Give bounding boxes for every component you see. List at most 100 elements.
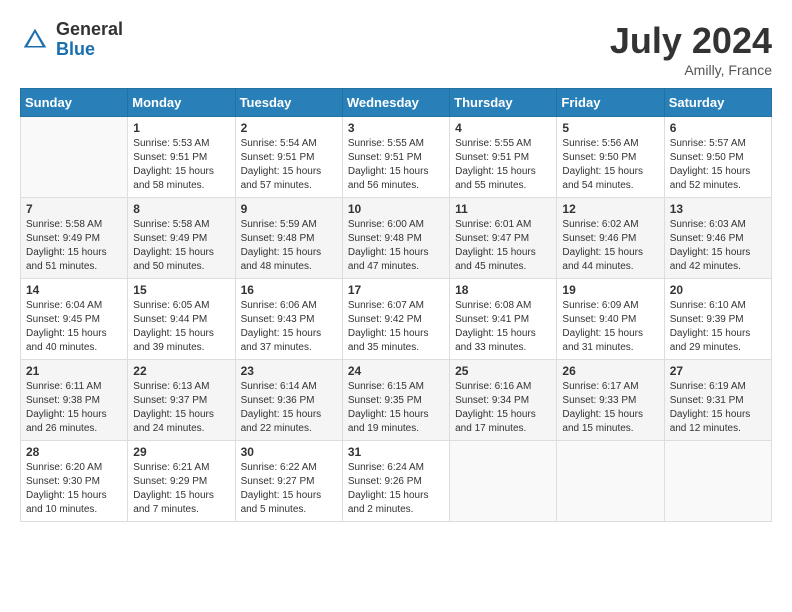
calendar-day-cell: 7 Sunrise: 5:58 AM Sunset: 9:49 PM Daylig…	[21, 198, 128, 279]
day-number: 28	[26, 445, 122, 459]
day-number: 9	[241, 202, 337, 216]
day-number: 26	[562, 364, 658, 378]
calendar-day-cell: 18 Sunrise: 6:08 AM Sunset: 9:41 PM Dayli…	[450, 279, 557, 360]
day-number: 14	[26, 283, 122, 297]
day-info: Sunrise: 6:08 AM Sunset: 9:41 PM Dayligh…	[455, 299, 551, 355]
calendar-day-cell: 3Sunrise: 5:55 AM Sunset: 9:51 PM Daylig…	[342, 117, 449, 198]
day-info: Sunrise: 6:04 AM Sunset: 9:45 PM Dayligh…	[26, 299, 122, 355]
calendar-day-cell: 9 Sunrise: 5:59 AM Sunset: 9:48 PM Daylig…	[235, 198, 342, 279]
calendar-day-cell: 29 Sunrise: 6:21 AM Sunset: 9:29 PM Dayli…	[128, 441, 235, 522]
calendar-day-cell: 13 Sunrise: 6:03 AM Sunset: 9:46 PM Dayli…	[664, 198, 771, 279]
calendar-day-cell: 15 Sunrise: 6:05 AM Sunset: 9:44 PM Dayli…	[128, 279, 235, 360]
calendar-day-cell: 21 Sunrise: 6:11 AM Sunset: 9:38 PM Dayli…	[21, 360, 128, 441]
day-number: 13	[670, 202, 766, 216]
day-info: Sunrise: 6:09 AM Sunset: 9:40 PM Dayligh…	[562, 299, 658, 355]
calendar-day-cell: 4Sunrise: 5:55 AM Sunset: 9:51 PM Daylig…	[450, 117, 557, 198]
day-number: 25	[455, 364, 551, 378]
calendar-day-cell: 22 Sunrise: 6:13 AM Sunset: 9:37 PM Dayli…	[128, 360, 235, 441]
logo-general: General	[56, 20, 123, 40]
day-number: 3	[348, 121, 444, 135]
month-year: July 2024	[610, 20, 772, 62]
day-info: Sunrise: 5:56 AM Sunset: 9:50 PM Dayligh…	[562, 137, 658, 193]
day-number: 7	[26, 202, 122, 216]
calendar-day-cell: 6Sunrise: 5:57 AM Sunset: 9:50 PM Daylig…	[664, 117, 771, 198]
day-info: Sunrise: 6:13 AM Sunset: 9:37 PM Dayligh…	[133, 380, 229, 436]
day-info: Sunrise: 5:55 AM Sunset: 9:51 PM Dayligh…	[455, 137, 551, 193]
day-info: Sunrise: 6:15 AM Sunset: 9:35 PM Dayligh…	[348, 380, 444, 436]
calendar-day-cell: 12 Sunrise: 6:02 AM Sunset: 9:46 PM Dayli…	[557, 198, 664, 279]
calendar-day-cell	[450, 441, 557, 522]
day-info: Sunrise: 6:00 AM Sunset: 9:48 PM Dayligh…	[348, 218, 444, 274]
day-info: Sunrise: 6:22 AM Sunset: 9:27 PM Dayligh…	[241, 461, 337, 517]
day-info: Sunrise: 6:20 AM Sunset: 9:30 PM Dayligh…	[26, 461, 122, 517]
day-number: 29	[133, 445, 229, 459]
day-number: 21	[26, 364, 122, 378]
day-number: 1	[133, 121, 229, 135]
calendar-day-cell: 16 Sunrise: 6:06 AM Sunset: 9:43 PM Dayli…	[235, 279, 342, 360]
logo-text: General Blue	[56, 20, 123, 60]
day-info: Sunrise: 6:07 AM Sunset: 9:42 PM Dayligh…	[348, 299, 444, 355]
day-info: Sunrise: 6:11 AM Sunset: 9:38 PM Dayligh…	[26, 380, 122, 436]
day-info: Sunrise: 6:01 AM Sunset: 9:47 PM Dayligh…	[455, 218, 551, 274]
logo-icon	[20, 25, 50, 55]
day-number: 24	[348, 364, 444, 378]
day-info: Sunrise: 6:03 AM Sunset: 9:46 PM Dayligh…	[670, 218, 766, 274]
calendar-day-cell: 8 Sunrise: 5:58 AM Sunset: 9:49 PM Daylig…	[128, 198, 235, 279]
calendar-day-cell: 14 Sunrise: 6:04 AM Sunset: 9:45 PM Dayli…	[21, 279, 128, 360]
calendar-day-cell: 10 Sunrise: 6:00 AM Sunset: 9:48 PM Dayli…	[342, 198, 449, 279]
day-number: 11	[455, 202, 551, 216]
day-number: 18	[455, 283, 551, 297]
day-info: Sunrise: 6:06 AM Sunset: 9:43 PM Dayligh…	[241, 299, 337, 355]
logo: General Blue	[20, 20, 123, 60]
weekday-header: Friday	[557, 89, 664, 117]
day-number: 16	[241, 283, 337, 297]
weekday-header: Tuesday	[235, 89, 342, 117]
calendar-day-cell: 27 Sunrise: 6:19 AM Sunset: 9:31 PM Dayli…	[664, 360, 771, 441]
day-number: 12	[562, 202, 658, 216]
calendar-day-cell: 28 Sunrise: 6:20 AM Sunset: 9:30 PM Dayli…	[21, 441, 128, 522]
day-info: Sunrise: 6:17 AM Sunset: 9:33 PM Dayligh…	[562, 380, 658, 436]
day-number: 31	[348, 445, 444, 459]
calendar-header-row: SundayMondayTuesdayWednesdayThursdayFrid…	[21, 89, 772, 117]
calendar-table: SundayMondayTuesdayWednesdayThursdayFrid…	[20, 88, 772, 522]
day-info: Sunrise: 6:19 AM Sunset: 9:31 PM Dayligh…	[670, 380, 766, 436]
day-number: 17	[348, 283, 444, 297]
calendar-day-cell: 23Sunrise: 6:14 AM Sunset: 9:36 PM Dayli…	[235, 360, 342, 441]
day-info: Sunrise: 6:05 AM Sunset: 9:44 PM Dayligh…	[133, 299, 229, 355]
weekday-header: Sunday	[21, 89, 128, 117]
location: Amilly, France	[610, 62, 772, 78]
calendar-day-cell	[664, 441, 771, 522]
page-header: General Blue July 2024 Amilly, France	[20, 20, 772, 78]
day-number: 10	[348, 202, 444, 216]
day-number: 27	[670, 364, 766, 378]
day-info: Sunrise: 5:53 AM Sunset: 9:51 PM Dayligh…	[133, 137, 229, 193]
day-info: Sunrise: 5:58 AM Sunset: 9:49 PM Dayligh…	[26, 218, 122, 274]
calendar-day-cell	[557, 441, 664, 522]
calendar-day-cell: 17 Sunrise: 6:07 AM Sunset: 9:42 PM Dayli…	[342, 279, 449, 360]
day-info: Sunrise: 6:24 AM Sunset: 9:26 PM Dayligh…	[348, 461, 444, 517]
calendar-day-cell: 11 Sunrise: 6:01 AM Sunset: 9:47 PM Dayli…	[450, 198, 557, 279]
day-number: 19	[562, 283, 658, 297]
day-info: Sunrise: 5:59 AM Sunset: 9:48 PM Dayligh…	[241, 218, 337, 274]
calendar-day-cell: 26 Sunrise: 6:17 AM Sunset: 9:33 PM Dayli…	[557, 360, 664, 441]
calendar-day-cell: 19 Sunrise: 6:09 AM Sunset: 9:40 PM Dayli…	[557, 279, 664, 360]
day-number: 8	[133, 202, 229, 216]
day-number: 30	[241, 445, 337, 459]
calendar-week-row: 7 Sunrise: 5:58 AM Sunset: 9:49 PM Daylig…	[21, 198, 772, 279]
calendar-week-row: 1 Sunrise: 5:53 AM Sunset: 9:51 PM Daylig…	[21, 117, 772, 198]
day-info: Sunrise: 6:02 AM Sunset: 9:46 PM Dayligh…	[562, 218, 658, 274]
day-info: Sunrise: 6:14 AM Sunset: 9:36 PM Dayligh…	[241, 380, 337, 436]
calendar-week-row: 21 Sunrise: 6:11 AM Sunset: 9:38 PM Dayli…	[21, 360, 772, 441]
day-info: Sunrise: 6:21 AM Sunset: 9:29 PM Dayligh…	[133, 461, 229, 517]
day-number: 15	[133, 283, 229, 297]
calendar-day-cell: 5Sunrise: 5:56 AM Sunset: 9:50 PM Daylig…	[557, 117, 664, 198]
calendar-week-row: 28 Sunrise: 6:20 AM Sunset: 9:30 PM Dayli…	[21, 441, 772, 522]
day-info: Sunrise: 5:54 AM Sunset: 9:51 PM Dayligh…	[241, 137, 337, 193]
calendar-day-cell: 20Sunrise: 6:10 AM Sunset: 9:39 PM Dayli…	[664, 279, 771, 360]
day-number: 2	[241, 121, 337, 135]
logo-blue: Blue	[56, 40, 123, 60]
calendar-week-row: 14 Sunrise: 6:04 AM Sunset: 9:45 PM Dayli…	[21, 279, 772, 360]
day-number: 20	[670, 283, 766, 297]
day-number: 22	[133, 364, 229, 378]
day-info: Sunrise: 5:58 AM Sunset: 9:49 PM Dayligh…	[133, 218, 229, 274]
